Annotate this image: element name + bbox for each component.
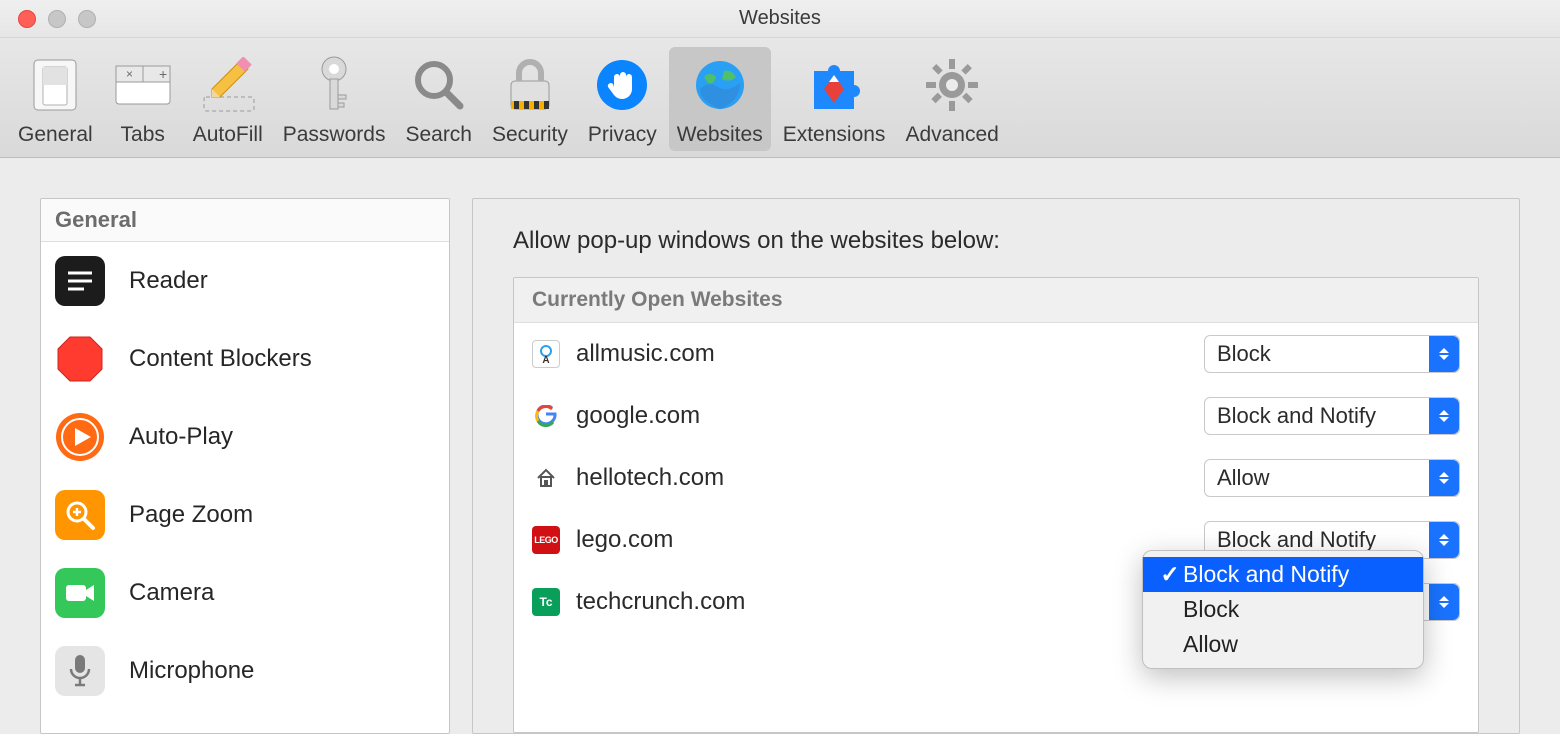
settings-sidebar: General Reader Content Blockers Auto-Pla… [40, 198, 450, 734]
titlebar: Websites [0, 0, 1560, 38]
site-domain: allmusic.com [576, 340, 1204, 368]
toolbar-item-passwords[interactable]: Passwords [275, 47, 394, 151]
popup-permission-dropdown: ✓ Block and Notify Block Allow [1142, 550, 1424, 669]
toolbar-item-general[interactable]: General [10, 47, 101, 151]
dropdown-option-allow[interactable]: Allow [1143, 627, 1423, 662]
main-heading: Allow pop-up windows on the websites bel… [473, 227, 1519, 277]
dropdown-option-block[interactable]: Block [1143, 592, 1423, 627]
preferences-toolbar: General ×+ Tabs AutoFill Passwords Searc… [0, 38, 1560, 158]
page-zoom-icon [55, 490, 105, 540]
list-section-header: Currently Open Websites [514, 278, 1478, 323]
sidebar-item-label: Content Blockers [129, 345, 312, 373]
toolbar-label: General [18, 123, 93, 147]
svg-text:×: × [126, 67, 133, 81]
popup-permission-select[interactable]: Block and Notify [1204, 397, 1460, 435]
sidebar-item-camera[interactable]: Camera [41, 554, 449, 632]
close-window-button[interactable] [18, 10, 36, 28]
site-domain: google.com [576, 402, 1204, 430]
toolbar-item-tabs[interactable]: ×+ Tabs [105, 47, 181, 151]
favicon-hellotech [532, 464, 560, 492]
advanced-gear-icon [922, 55, 982, 115]
security-lock-icon [500, 55, 560, 115]
sidebar-item-page-zoom[interactable]: Page Zoom [41, 476, 449, 554]
websites-globe-icon [690, 55, 750, 115]
reader-icon [55, 256, 105, 306]
favicon-allmusic: A [532, 340, 560, 368]
toolbar-label: Tabs [121, 123, 165, 147]
dropdown-option-label: Block [1183, 596, 1239, 623]
toolbar-item-websites[interactable]: Websites [669, 47, 771, 151]
select-stepper-icon [1429, 398, 1459, 434]
toolbar-label: Passwords [283, 123, 386, 147]
toolbar-label: Extensions [783, 123, 886, 147]
minimize-window-button[interactable] [48, 10, 66, 28]
checkmark-icon: ✓ [1157, 561, 1183, 588]
content-blockers-icon [55, 334, 105, 384]
toolbar-label: Advanced [905, 123, 998, 147]
toolbar-item-advanced[interactable]: Advanced [897, 47, 1006, 151]
toolbar-item-search[interactable]: Search [397, 47, 480, 151]
privacy-hand-icon [592, 55, 652, 115]
dropdown-option-label: Block and Notify [1183, 561, 1349, 588]
extensions-puzzle-icon [804, 55, 864, 115]
select-stepper-icon [1429, 336, 1459, 372]
site-row[interactable]: hellotech.com Allow [514, 447, 1478, 509]
sidebar-item-reader[interactable]: Reader [41, 242, 449, 320]
sidebar-item-label: Camera [129, 579, 214, 607]
auto-play-icon [55, 412, 105, 462]
popup-permission-select[interactable]: Block [1204, 335, 1460, 373]
sidebar-item-label: Reader [129, 267, 208, 295]
window-controls [18, 10, 96, 28]
zoom-window-button[interactable] [78, 10, 96, 28]
sidebar-item-content-blockers[interactable]: Content Blockers [41, 320, 449, 398]
select-value: Block and Notify [1205, 403, 1429, 429]
toolbar-item-autofill[interactable]: AutoFill [185, 47, 271, 151]
search-magnifier-icon [409, 55, 469, 115]
site-row[interactable]: google.com Block and Notify [514, 385, 1478, 447]
site-domain: techcrunch.com [576, 588, 1204, 616]
sidebar-item-label: Page Zoom [129, 501, 253, 529]
select-stepper-icon [1429, 522, 1459, 558]
camera-icon [55, 568, 105, 618]
sidebar-item-microphone[interactable]: Microphone [41, 632, 449, 710]
microphone-icon [55, 646, 105, 696]
autofill-pencil-icon [198, 55, 258, 115]
select-value: Block [1205, 341, 1429, 367]
site-domain: hellotech.com [576, 464, 1204, 492]
svg-text:+: + [159, 66, 167, 82]
select-stepper-icon [1429, 584, 1459, 620]
select-stepper-icon [1429, 460, 1459, 496]
site-row[interactable]: A allmusic.com Block [514, 323, 1478, 385]
toolbar-label: Search [405, 123, 472, 147]
dropdown-option-block-and-notify[interactable]: ✓ Block and Notify [1143, 557, 1423, 592]
site-domain: lego.com [576, 526, 1204, 554]
content-area: General Reader Content Blockers Auto-Pla… [0, 158, 1560, 734]
general-switch-icon [25, 55, 85, 115]
passwords-key-icon [304, 55, 364, 115]
toolbar-item-privacy[interactable]: Privacy [580, 47, 665, 151]
sidebar-item-label: Auto-Play [129, 423, 233, 451]
dropdown-option-label: Allow [1183, 631, 1238, 658]
sidebar-item-auto-play[interactable]: Auto-Play [41, 398, 449, 476]
favicon-lego: LEGO [532, 526, 560, 554]
select-value: Allow [1205, 465, 1429, 491]
main-panel: Allow pop-up windows on the websites bel… [472, 198, 1520, 734]
toolbar-label: AutoFill [193, 123, 263, 147]
window-title: Websites [0, 7, 1560, 30]
favicon-google [532, 402, 560, 430]
toolbar-label: Privacy [588, 123, 657, 147]
favicon-techcrunch: Tc [532, 588, 560, 616]
websites-list: Currently Open Websites A allmusic.com B… [513, 277, 1479, 733]
svg-text:A: A [542, 355, 549, 364]
tabs-icon: ×+ [113, 55, 173, 115]
toolbar-item-extensions[interactable]: Extensions [775, 47, 894, 151]
sidebar-item-label: Microphone [129, 657, 254, 685]
toolbar-label: Security [492, 123, 568, 147]
toolbar-label: Websites [677, 123, 763, 147]
toolbar-item-security[interactable]: Security [484, 47, 576, 151]
sidebar-section-header: General [41, 199, 449, 242]
popup-permission-select[interactable]: Allow [1204, 459, 1460, 497]
